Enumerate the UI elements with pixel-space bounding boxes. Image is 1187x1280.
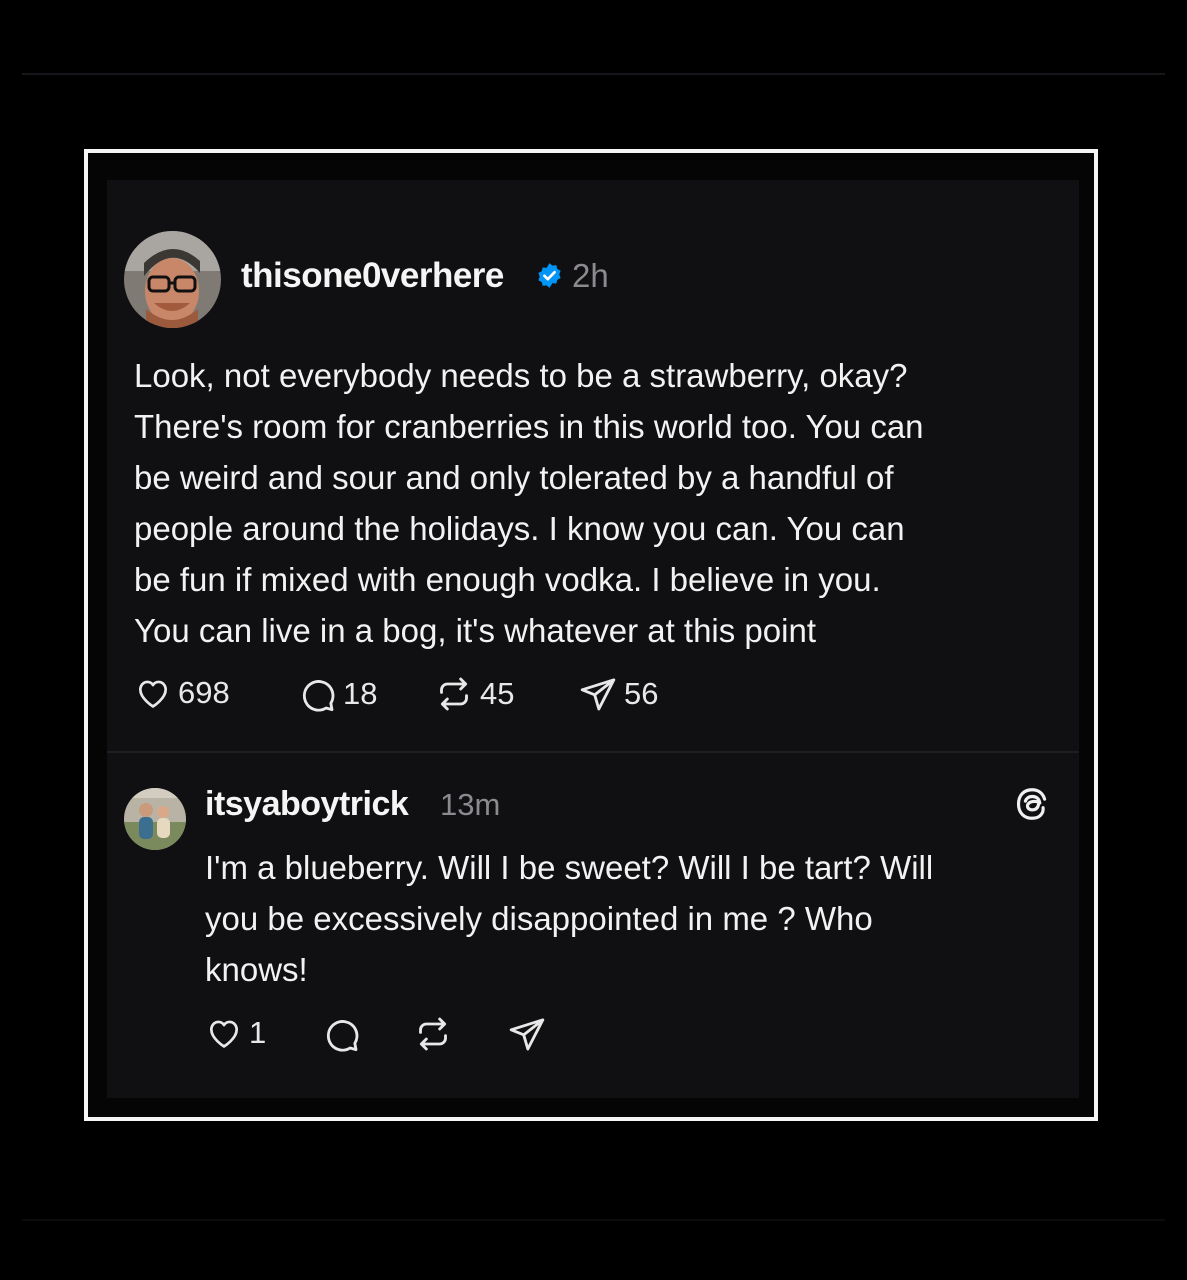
reply-username[interactable]: itsyaboytrick [205, 785, 409, 824]
verified-badge-icon [538, 263, 561, 288]
reply-timestamp: 13m [440, 787, 501, 822]
send-icon [580, 678, 616, 711]
post-username[interactable]: thisone0verhere [241, 256, 504, 296]
send-icon [509, 1018, 545, 1051]
bottom-divider [22, 1219, 1165, 1221]
reply-text: I'm a blueberry. Will I be sweet? Will I… [205, 842, 1065, 995]
post-text-line: people around the holidays. I know you c… [134, 510, 905, 547]
post-text-line: be fun if mixed with enough vodka. I bel… [134, 561, 881, 598]
heart-icon [138, 680, 168, 708]
reply-reply-button[interactable] [321, 1014, 361, 1054]
reply-text-line: you be excessively disappointed in me ? … [205, 900, 873, 937]
post-author-avatar[interactable] [124, 231, 221, 328]
comment-bubble-icon [302, 680, 335, 712]
reply-like-button[interactable]: 1 [205, 1014, 266, 1052]
reply-text-line: knows! [205, 951, 308, 988]
post-reply-button[interactable]: 18 [297, 674, 377, 714]
post-repost-button[interactable]: 45 [434, 674, 514, 714]
repost-icon [419, 1017, 447, 1051]
post-text-line: There's room for cranberries in this wor… [134, 408, 924, 445]
reply-share-button[interactable] [507, 1014, 547, 1054]
post-like-button[interactable]: 698 [134, 674, 230, 712]
repost-icon [440, 677, 468, 711]
repost-count: 45 [480, 676, 515, 711]
like-count: 698 [178, 675, 230, 710]
post-text: Look, not everybody needs to be a strawb… [134, 350, 1064, 656]
comment-bubble-icon [326, 1020, 359, 1052]
reply-repost-button[interactable] [413, 1014, 453, 1054]
post-text-line: You can live in a bog, it's whatever at … [134, 612, 816, 649]
reply-count: 18 [343, 676, 378, 711]
post-timestamp: 2h [572, 257, 609, 294]
threads-logo-icon[interactable] [1014, 786, 1050, 822]
reply-text-line: I'm a blueberry. Will I be sweet? Will I… [205, 849, 934, 886]
reply-like-count: 1 [249, 1015, 267, 1050]
heart-icon [209, 1020, 239, 1048]
share-count: 56 [624, 676, 659, 711]
post-share-button[interactable]: 56 [578, 674, 658, 714]
post-text-line: be weird and sour and only tolerated by … [134, 459, 894, 496]
top-divider [22, 73, 1165, 75]
reply-author-avatar[interactable] [124, 788, 186, 850]
post-text-line: Look, not everybody needs to be a strawb… [134, 357, 908, 394]
reply-divider [107, 751, 1079, 753]
